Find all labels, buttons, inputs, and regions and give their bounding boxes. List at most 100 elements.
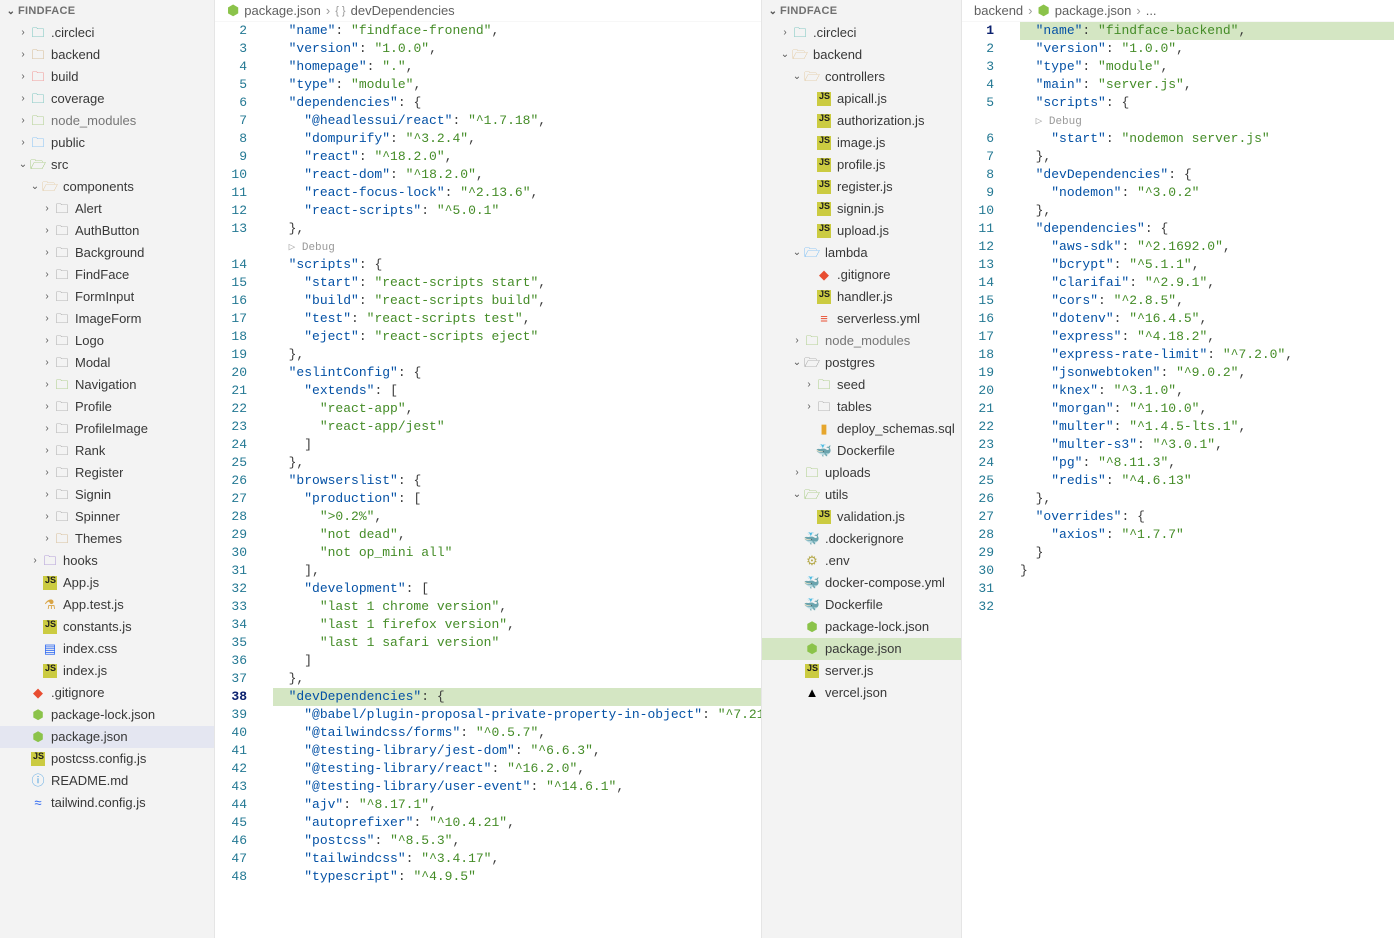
tree-item[interactable]: ⌄🗁lambda	[762, 242, 961, 264]
tree-item[interactable]: ›🗀FindFace	[0, 264, 214, 286]
tree-item[interactable]: ›🗀coverage	[0, 88, 214, 110]
tree-item-label: utils	[825, 486, 848, 504]
tree-item[interactable]: ›🗀ProfileImage	[0, 418, 214, 440]
code-editor[interactable]: 2345678910111213 14151617181920212223242…	[215, 22, 761, 938]
tree-item[interactable]: ›🗀hooks	[0, 550, 214, 572]
tree-item[interactable]: ›🗀uploads	[762, 462, 961, 484]
tree-item[interactable]: JSupload.js	[762, 220, 961, 242]
tree-item[interactable]: 🐳.dockerignore	[762, 528, 961, 550]
tree-item[interactable]: ›🗀.circleci	[0, 22, 214, 44]
tree-item[interactable]: ›🗀Logo	[0, 330, 214, 352]
tree-item[interactable]: ⬢package-lock.json	[0, 704, 214, 726]
folder-open-icon: 🗁	[804, 355, 820, 371]
tree-item[interactable]: ›🗀public	[0, 132, 214, 154]
tree-item[interactable]: JShandler.js	[762, 286, 961, 308]
tree-item[interactable]: ⬢package-lock.json	[762, 616, 961, 638]
tree-item-label: Dockerfile	[825, 596, 883, 614]
tree-item[interactable]: ›🗀.circleci	[762, 22, 961, 44]
tree-item[interactable]: ›🗀Modal	[0, 352, 214, 374]
tree-item[interactable]: JSvalidation.js	[762, 506, 961, 528]
tree-item[interactable]: ›🗀Alert	[0, 198, 214, 220]
tree-item[interactable]: JSserver.js	[762, 660, 961, 682]
tree-item-label: handler.js	[837, 288, 893, 306]
file-tree[interactable]: ›🗀.circleci›🗀backend›🗀build›🗀coverage›🗀n…	[0, 22, 214, 814]
tree-item[interactable]: ▤index.css	[0, 638, 214, 660]
tree-item[interactable]: ›🗀tables	[762, 396, 961, 418]
tree-item[interactable]: ≈tailwind.config.js	[0, 792, 214, 814]
tree-item[interactable]: ◆.gitignore	[762, 264, 961, 286]
tree-item[interactable]: JSconstants.js	[0, 616, 214, 638]
file-tree[interactable]: ›🗀.circleci⌄🗁backend⌄🗁controllersJSapica…	[762, 22, 961, 704]
tree-item[interactable]: 🐳Dockerfile	[762, 440, 961, 462]
breadcrumb[interactable]: ⬢ package.json › { } devDependencies	[215, 0, 761, 22]
tree-item[interactable]: ⬢package.json	[762, 638, 961, 660]
code-content[interactable]: "name": "findface-backend", "version": "…	[1012, 22, 1394, 938]
left-explorer[interactable]: ⌄ FINDFACE ›🗀.circleci›🗀backend›🗀build›🗀…	[0, 0, 215, 938]
breadcrumb-folder[interactable]: backend	[974, 3, 1023, 18]
tree-item[interactable]: ›🗀Spinner	[0, 506, 214, 528]
tree-item[interactable]: ›🗀node_modules	[0, 110, 214, 132]
tree-item[interactable]: ⌄🗁controllers	[762, 66, 961, 88]
tree-item[interactable]: ›🗀FormInput	[0, 286, 214, 308]
tree-item[interactable]: ⚙.env	[762, 550, 961, 572]
code-editor[interactable]: 12345 6789101112131415161718192021222324…	[962, 22, 1394, 938]
tree-item[interactable]: ›🗀AuthButton	[0, 220, 214, 242]
tree-item-label: Background	[75, 244, 144, 262]
debug-codelens[interactable]: Debug	[1036, 116, 1082, 128]
tree-item[interactable]: ≡serverless.yml	[762, 308, 961, 330]
chevron-right-icon: ›	[790, 334, 804, 348]
breadcrumb-file[interactable]: package.json	[1055, 3, 1132, 18]
explorer-header[interactable]: ⌄ FINDFACE	[762, 0, 961, 22]
tree-item[interactable]: ⌄🗁postgres	[762, 352, 961, 374]
tree-item[interactable]: ›🗀build	[0, 66, 214, 88]
tree-item[interactable]: ▲vercel.json	[762, 682, 961, 704]
tree-item[interactable]: 🐳Dockerfile	[762, 594, 961, 616]
tree-item[interactable]: JSprofile.js	[762, 154, 961, 176]
tree-item[interactable]: JSindex.js	[0, 660, 214, 682]
chevron-right-icon: ›	[16, 70, 30, 84]
js-icon: JS	[30, 751, 46, 767]
tree-item[interactable]: ⌄🗁components	[0, 176, 214, 198]
breadcrumb-more[interactable]: ...	[1146, 3, 1157, 18]
tree-item-label: docker-compose.yml	[825, 574, 945, 592]
breadcrumb-symbol[interactable]: devDependencies	[351, 3, 455, 18]
explorer-header[interactable]: ⌄ FINDFACE	[0, 0, 214, 22]
tree-item-label: Profile	[75, 398, 112, 416]
tree-item[interactable]: ⓘREADME.md	[0, 770, 214, 792]
breadcrumb[interactable]: backend › ⬢ package.json › ...	[962, 0, 1394, 22]
code-content[interactable]: "name": "findface-fronend", "version": "…	[265, 22, 761, 938]
tree-item[interactable]: ›🗀Navigation	[0, 374, 214, 396]
chevron-right-icon: ›	[40, 532, 54, 546]
tree-item[interactable]: JSauthorization.js	[762, 110, 961, 132]
tree-item[interactable]: ⚗App.test.js	[0, 594, 214, 616]
tree-item[interactable]: ›🗀Register	[0, 462, 214, 484]
tree-item-label: ProfileImage	[75, 420, 148, 438]
tree-item[interactable]: ›🗀seed	[762, 374, 961, 396]
debug-codelens[interactable]: Debug	[289, 242, 335, 254]
tree-item[interactable]: JSimage.js	[762, 132, 961, 154]
tree-item[interactable]: JSregister.js	[762, 176, 961, 198]
tree-item[interactable]: ›🗀Profile	[0, 396, 214, 418]
tree-item[interactable]: 🐳docker-compose.yml	[762, 572, 961, 594]
tree-item[interactable]: ›🗀ImageForm	[0, 308, 214, 330]
tree-item[interactable]: JSsignin.js	[762, 198, 961, 220]
tree-item[interactable]: JSpostcss.config.js	[0, 748, 214, 770]
tree-item[interactable]: JSApp.js	[0, 572, 214, 594]
tree-item[interactable]: ›🗀backend	[0, 44, 214, 66]
folder-icon: 🗀	[54, 509, 70, 525]
tree-item[interactable]: ›🗀Background	[0, 242, 214, 264]
tree-item-label: App.js	[63, 574, 99, 592]
tree-item[interactable]: ›🗀Rank	[0, 440, 214, 462]
tree-item[interactable]: ▮deploy_schemas.sql	[762, 418, 961, 440]
tree-item[interactable]: ⌄🗁src	[0, 154, 214, 176]
tree-item[interactable]: ◆.gitignore	[0, 682, 214, 704]
tree-item[interactable]: ›🗀Signin	[0, 484, 214, 506]
breadcrumb-file[interactable]: package.json	[244, 3, 321, 18]
tree-item[interactable]: ›🗀Themes	[0, 528, 214, 550]
tree-item[interactable]: ⌄🗁backend	[762, 44, 961, 66]
tree-item[interactable]: ⌄🗁utils	[762, 484, 961, 506]
tree-item[interactable]: ›🗀node_modules	[762, 330, 961, 352]
right-explorer[interactable]: ⌄ FINDFACE ›🗀.circleci⌄🗁backend⌄🗁control…	[762, 0, 962, 938]
tree-item[interactable]: JSapicall.js	[762, 88, 961, 110]
tree-item[interactable]: ⬢package.json	[0, 726, 214, 748]
